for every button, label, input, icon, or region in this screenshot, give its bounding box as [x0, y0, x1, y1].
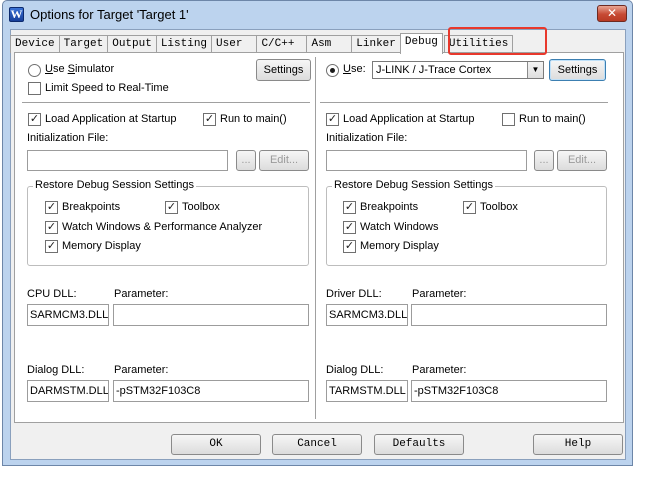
window-title: Options for Target 'Target 1': [30, 7, 189, 22]
right-dialog-dll-input[interactable]: TARMSTM.DLL: [326, 380, 408, 402]
cpu-dll-parameter-label: Parameter:: [114, 288, 169, 300]
tab-output[interactable]: Output: [107, 35, 157, 53]
left-watch-checkbox[interactable]: ✓: [45, 221, 58, 234]
left-toolbox-checkbox[interactable]: ✓: [165, 201, 178, 214]
left-init-browse-button[interactable]: ...: [236, 150, 256, 171]
tab-target[interactable]: Target: [58, 35, 109, 53]
tab-device[interactable]: Device: [10, 35, 60, 53]
tab-linker[interactable]: Linker: [351, 35, 401, 53]
debug-driver-select[interactable]: J-LINK / J-Trace Cortex ▼: [372, 61, 544, 79]
right-init-browse-button[interactable]: ...: [534, 150, 554, 171]
left-watch-label: Watch Windows & Performance Analyzer: [62, 221, 263, 233]
left-run-to-main-label: Run to main(): [220, 113, 287, 125]
use-driver-radio[interactable]: [326, 64, 339, 77]
left-separator: [22, 102, 310, 104]
left-breakpoints-label: Breakpoints: [62, 201, 121, 213]
cancel-button[interactable]: Cancel: [272, 434, 362, 455]
right-dialog-dll-label: Dialog DLL:: [326, 364, 384, 376]
tab-asm[interactable]: Asm: [306, 35, 353, 53]
use-driver-label: Use:: [343, 63, 366, 75]
left-dialog-dll-parameter-input[interactable]: -pSTM32F103C8: [113, 380, 309, 402]
help-button[interactable]: Help: [533, 434, 623, 455]
ok-button[interactable]: OK: [171, 434, 261, 455]
driver-settings-button[interactable]: Settings: [549, 59, 606, 81]
use-simulator-label: Use Simulator: [45, 63, 115, 75]
right-watch-label: Watch Windows: [360, 221, 439, 233]
right-run-to-main-checkbox[interactable]: [502, 113, 515, 126]
right-toolbox-checkbox[interactable]: ✓: [463, 201, 476, 214]
tab-listing[interactable]: Listing: [155, 35, 213, 53]
right-init-file-label: Initialization File:: [326, 132, 408, 144]
right-init-file-input[interactable]: [326, 150, 527, 171]
left-dialog-dll-input[interactable]: DARMSTM.DLL: [27, 380, 109, 402]
left-restore-title: Restore Debug Session Settings: [33, 179, 196, 191]
use-simulator-radio[interactable]: [28, 64, 41, 77]
driver-dll-parameter-input[interactable]: [411, 304, 607, 326]
right-run-to-main-label: Run to main(): [519, 113, 586, 125]
driver-dll-parameter-label: Parameter:: [412, 288, 467, 300]
left-dialog-dll-parameter-label: Parameter:: [114, 364, 169, 376]
limit-speed-label: Limit Speed to Real-Time: [45, 82, 169, 94]
driver-dll-label: Driver DLL:: [326, 288, 382, 300]
cpu-dll-parameter-input[interactable]: [113, 304, 309, 326]
right-dialog-dll-parameter-input[interactable]: -pSTM32F103C8: [411, 380, 607, 402]
chevron-down-icon[interactable]: ▼: [527, 62, 543, 78]
right-breakpoints-checkbox[interactable]: ✓: [343, 201, 356, 214]
limit-speed-checkbox[interactable]: [28, 82, 41, 95]
utilities-tab-highlight: [448, 27, 547, 55]
right-separator: [320, 102, 608, 104]
right-load-app-checkbox[interactable]: ✓: [326, 113, 339, 126]
close-button[interactable]: ✕: [597, 5, 627, 22]
left-memory-checkbox[interactable]: ✓: [45, 240, 58, 253]
left-init-edit-button[interactable]: Edit...: [259, 150, 309, 171]
debug-driver-value: J-LINK / J-Trace Cortex: [376, 64, 492, 76]
left-load-app-label: Load Application at Startup: [45, 113, 177, 125]
cpu-dll-label: CPU DLL:: [27, 288, 77, 300]
left-dialog-dll-label: Dialog DLL:: [27, 364, 85, 376]
right-init-edit-button[interactable]: Edit...: [557, 150, 607, 171]
tab-strip: Device Target Output Listing User C/C++ Asm Lin…: [10, 33, 514, 54]
left-memory-label: Memory Display: [62, 240, 141, 252]
right-restore-title: Restore Debug Session Settings: [332, 179, 495, 191]
right-toolbox-label: Toolbox: [480, 201, 518, 213]
right-memory-label: Memory Display: [360, 240, 439, 252]
tab-user[interactable]: User: [211, 35, 258, 53]
driver-dll-input[interactable]: SARMCM3.DLL: [326, 304, 408, 326]
simulator-settings-button[interactable]: Settings: [256, 59, 311, 81]
tab-c-cpp[interactable]: C/C++: [256, 35, 308, 53]
panel-divider: [315, 57, 317, 419]
left-toolbox-label: Toolbox: [182, 201, 220, 213]
defaults-button[interactable]: Defaults: [374, 434, 464, 455]
tab-debug[interactable]: Debug: [399, 33, 443, 54]
right-dialog-dll-parameter-label: Parameter:: [412, 364, 467, 376]
right-load-app-label: Load Application at Startup: [343, 113, 475, 125]
left-init-file-label: Initialization File:: [27, 132, 109, 144]
left-load-app-checkbox[interactable]: ✓: [28, 113, 41, 126]
cpu-dll-input[interactable]: SARMCM3.DLL: [27, 304, 109, 326]
uvision-w-icon: W: [9, 7, 24, 22]
left-run-to-main-checkbox[interactable]: ✓: [203, 113, 216, 126]
right-watch-checkbox[interactable]: ✓: [343, 221, 356, 234]
right-breakpoints-label: Breakpoints: [360, 201, 419, 213]
title-bar: W Options for Target 'Target 1' ✕: [3, 1, 632, 29]
right-memory-checkbox[interactable]: ✓: [343, 240, 356, 253]
left-init-file-input[interactable]: [27, 150, 228, 171]
left-breakpoints-checkbox[interactable]: ✓: [45, 201, 58, 214]
